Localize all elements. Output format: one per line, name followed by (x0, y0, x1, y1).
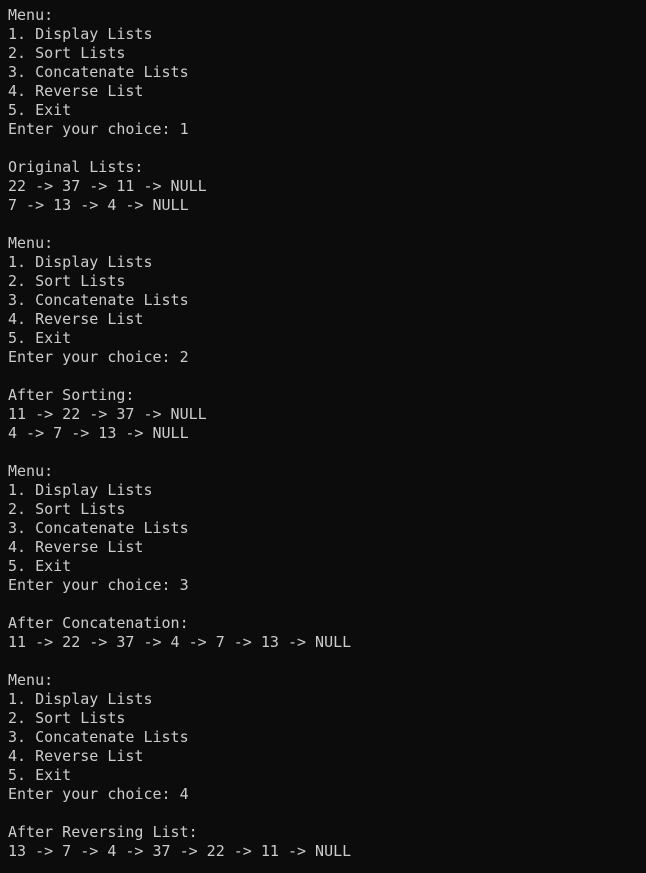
menu-option: 5. Exit (8, 329, 72, 347)
menu-option: 3. Concatenate Lists (8, 519, 189, 537)
linked-list-output: 4 -> 7 -> 13 -> NULL (8, 424, 189, 442)
menu-option: 1. Display Lists (8, 481, 153, 499)
menu-option: 3. Concatenate Lists (8, 63, 189, 81)
linked-list-output: 7 -> 13 -> 4 -> NULL (8, 196, 189, 214)
menu-option: 4. Reverse List (8, 82, 144, 100)
choice-prompt: Enter your choice: 4 (8, 785, 189, 803)
menu-option: 1. Display Lists (8, 25, 153, 43)
linked-list-output: 13 -> 7 -> 4 -> 37 -> 22 -> 11 -> NULL (8, 842, 352, 860)
linked-list-output: 22 -> 37 -> 11 -> NULL (8, 177, 207, 195)
menu-heading: Menu: (8, 6, 54, 24)
menu-option: 2. Sort Lists (8, 709, 126, 727)
menu-option: 3. Concatenate Lists (8, 728, 189, 746)
menu-option: 2. Sort Lists (8, 44, 126, 62)
choice-prompt: Enter your choice: 1 (8, 120, 189, 138)
menu-option: 2. Sort Lists (8, 272, 126, 290)
menu-option: 5. Exit (8, 557, 72, 575)
menu-heading: Menu: (8, 462, 54, 480)
menu-option: 4. Reverse List (8, 747, 144, 765)
terminal-output[interactable]: Menu: 1. Display Lists 2. Sort Lists 3. Con… (8, 6, 646, 873)
menu-option: 3. Concatenate Lists (8, 291, 189, 309)
linked-list-output: 11 -> 22 -> 37 -> 4 -> 7 -> 13 -> NULL (8, 633, 352, 651)
section-heading: After Sorting: (8, 386, 135, 404)
menu-option: 1. Display Lists (8, 690, 153, 708)
choice-prompt: Enter your choice: 3 (8, 576, 189, 594)
choice-prompt: Enter your choice: 2 (8, 348, 189, 366)
linked-list-output: 11 -> 22 -> 37 -> NULL (8, 405, 207, 423)
menu-heading: Menu: (8, 234, 54, 252)
menu-option: 5. Exit (8, 766, 72, 784)
menu-option: 4. Reverse List (8, 538, 144, 556)
menu-option: 2. Sort Lists (8, 500, 126, 518)
menu-option: 5. Exit (8, 101, 72, 119)
menu-heading: Menu: (8, 671, 54, 689)
menu-option: 4. Reverse List (8, 310, 144, 328)
section-heading: After Reversing List: (8, 823, 198, 841)
menu-option: 1. Display Lists (8, 253, 153, 271)
section-heading: Original Lists: (8, 158, 144, 176)
section-heading: After Concatenation: (8, 614, 189, 632)
